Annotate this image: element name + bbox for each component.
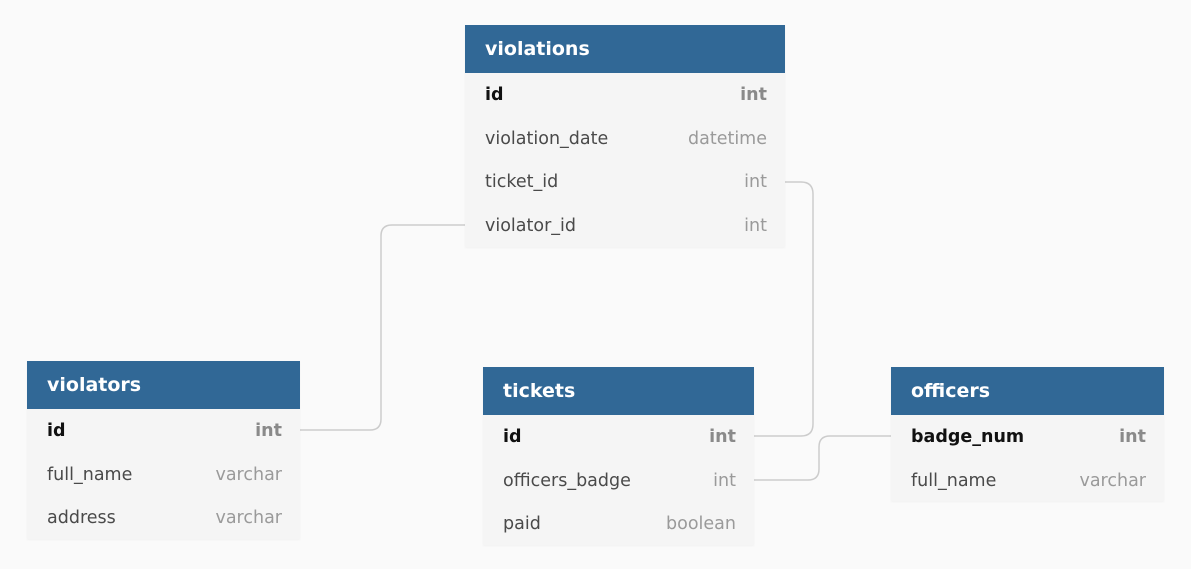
table-violators[interactable]: violators id int full_name varchar addre…: [27, 361, 300, 539]
column-row[interactable]: paid boolean: [483, 502, 754, 546]
table-header-officers[interactable]: officers: [891, 367, 1164, 415]
column-name: badge_num: [911, 426, 1025, 447]
column-row[interactable]: full_name varchar: [891, 459, 1164, 503]
column-row[interactable]: id int: [483, 415, 754, 459]
column-row[interactable]: officers_badge int: [483, 459, 754, 503]
column-name: ticket_id: [485, 172, 559, 193]
column-name: full_name: [911, 470, 997, 491]
connector-violator-id-to-violators-id: [300, 224, 465, 431]
column-row[interactable]: violator_id int: [465, 204, 785, 248]
column-name: officers_badge: [503, 470, 631, 491]
column-name: violator_id: [485, 215, 576, 236]
column-name: id: [503, 426, 522, 447]
column-row[interactable]: ticket_id int: [465, 160, 785, 204]
column-type: varchar: [215, 508, 282, 529]
column-type: int: [744, 172, 767, 193]
column-name: violation_date: [485, 128, 609, 149]
column-row[interactable]: address varchar: [27, 496, 300, 540]
column-type: int: [255, 420, 282, 441]
column-name: full_name: [47, 464, 133, 485]
column-name: id: [485, 84, 504, 105]
column-row[interactable]: badge_num int: [891, 415, 1164, 459]
column-row[interactable]: violation_date datetime: [465, 117, 785, 161]
table-tickets[interactable]: tickets id int officers_badge int paid b…: [483, 367, 754, 545]
table-violations[interactable]: violations id int violation_date datetim…: [465, 25, 785, 247]
column-name: paid: [503, 514, 541, 535]
connector-officers-badge-to-badge-num: [754, 435, 891, 481]
column-row[interactable]: id int: [465, 73, 785, 117]
column-type: datetime: [688, 128, 767, 149]
table-officers[interactable]: officers badge_num int full_name varchar: [891, 367, 1164, 501]
column-row[interactable]: id int: [27, 409, 300, 453]
column-type: int: [744, 215, 767, 236]
column-type: varchar: [1079, 470, 1146, 491]
column-type: int: [740, 84, 767, 105]
table-header-violations[interactable]: violations: [465, 25, 785, 73]
column-row[interactable]: full_name varchar: [27, 453, 300, 497]
column-name: address: [47, 508, 116, 529]
table-header-tickets[interactable]: tickets: [483, 367, 754, 415]
column-type: int: [713, 470, 736, 491]
column-type: int: [1119, 426, 1146, 447]
er-diagram-canvas: violations id int violation_date datetim…: [0, 0, 1191, 569]
column-name: id: [47, 420, 66, 441]
column-type: boolean: [666, 514, 736, 535]
column-type: int: [709, 426, 736, 447]
column-type: varchar: [215, 464, 282, 485]
table-header-violators[interactable]: violators: [27, 361, 300, 409]
